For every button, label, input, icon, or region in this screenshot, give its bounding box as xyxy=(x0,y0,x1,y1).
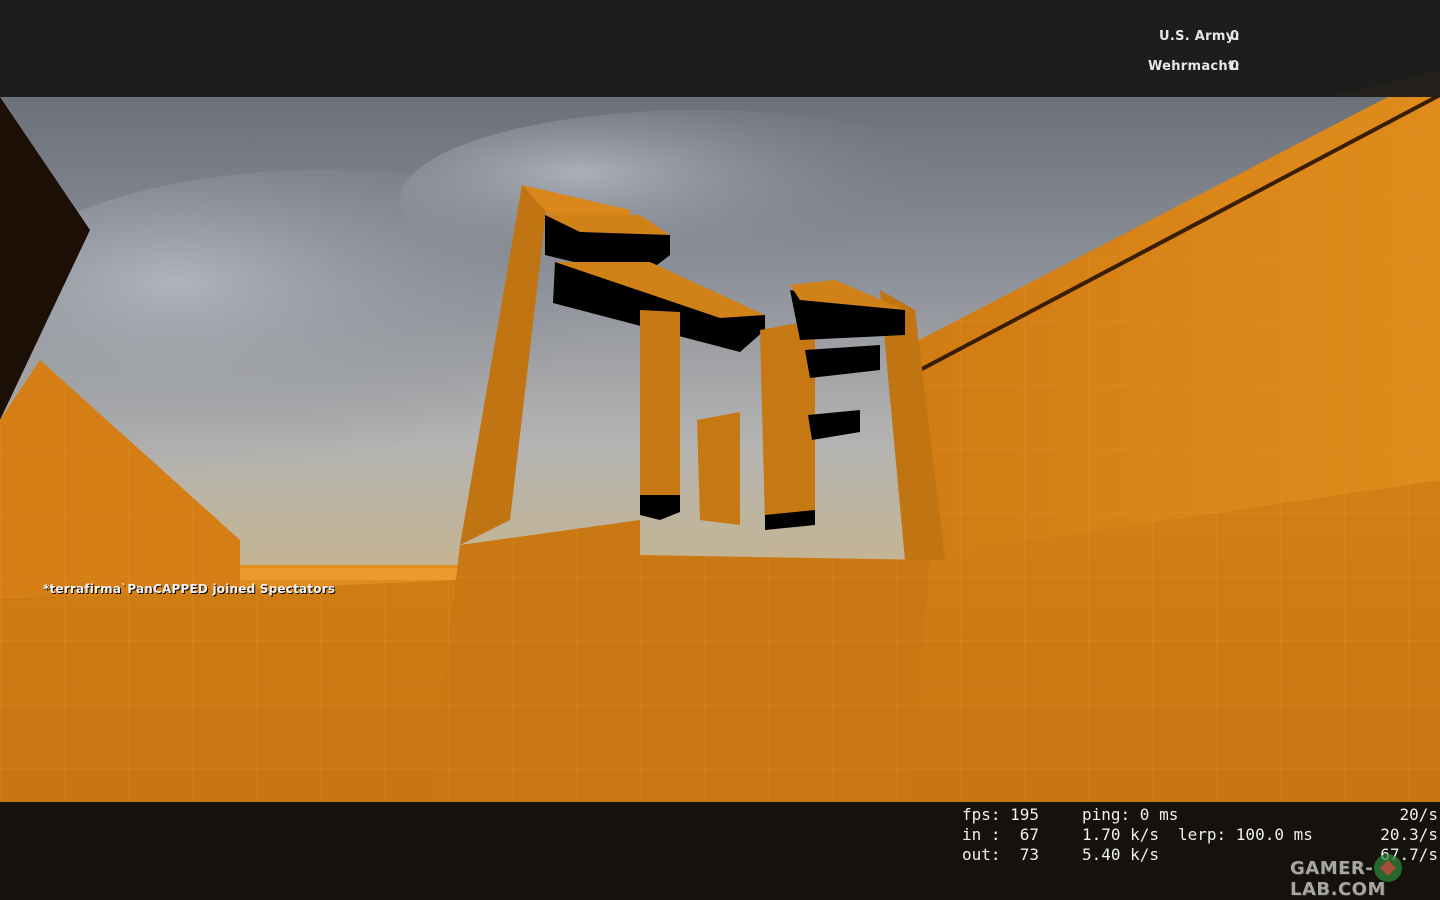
score-team-label-wehrmacht: Wehrmacht: xyxy=(1147,59,1240,74)
netgraph-out-rate: 5.40 k/s xyxy=(1082,845,1160,864)
watermark: GAMER-LAB.COM xyxy=(1290,858,1386,900)
netgraph-in-pps: 20.3/s xyxy=(1380,825,1438,844)
netgraph-fps: fps: 195 xyxy=(962,805,1040,824)
netgraph-row: in : 67 1.70 k/s lerp: 100.0 ms 20.3/s xyxy=(962,825,1440,845)
hud-top-bar xyxy=(0,0,1440,97)
score-team-value-us: 0 xyxy=(1230,29,1240,44)
score-team-value-wehrmacht: 0 xyxy=(1230,59,1240,74)
game-scene xyxy=(0,70,1440,900)
netgraph-lerp: lerp: 100.0 ms xyxy=(1178,825,1313,844)
netgraph-rate: 20/s xyxy=(1399,805,1438,824)
netgraph-ping: ping: 0 ms xyxy=(1082,805,1179,824)
netgraph-in: in : 67 xyxy=(962,825,1040,844)
netgraph-in-rate: 1.70 k/s xyxy=(1082,825,1160,844)
chat-message: *terrafirma`PanCAPPED joined Spectators xyxy=(43,582,336,596)
netgraph-row: fps: 195 ping: 0 ms 20/s xyxy=(962,805,1440,825)
score-team-label-us: U.S. Army: xyxy=(1158,29,1240,44)
game-viewport: U.S. Army: 0 Wehrmacht: 0 *terrafirma`Pa… xyxy=(0,0,1440,900)
netgraph-out: out: 73 xyxy=(962,845,1040,864)
